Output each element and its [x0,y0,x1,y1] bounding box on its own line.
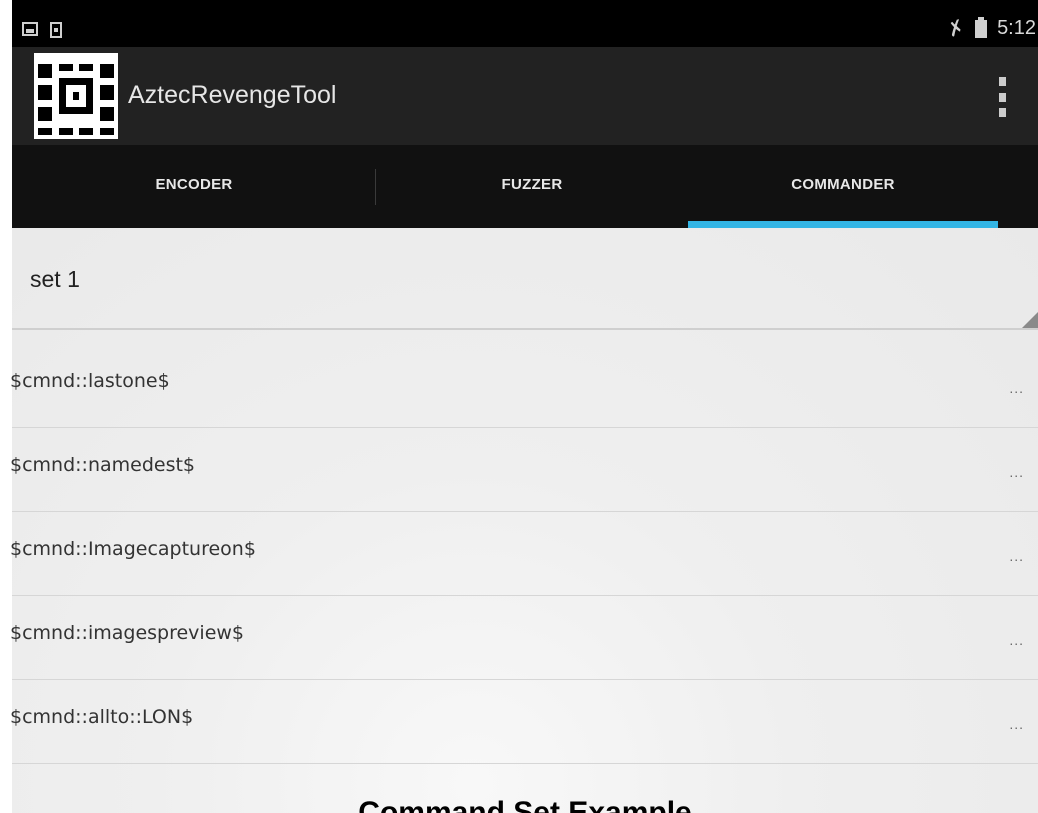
notification-icons [22,22,62,38]
command-text: $cmnd::imagespreview$ [10,622,245,644]
command-list: $cmnd::lastone$ ... $cmnd::namedest$ ...… [10,344,1038,764]
command-row[interactable]: $cmnd::lastone$ ... [10,344,1038,428]
commander-content: set 1 $cmnd::lastone$ ... $cmnd::namedes… [10,228,1038,813]
battery-icon [975,16,988,38]
command-text: $cmnd::namedest$ [10,454,196,476]
tab-label: COMMANDER [791,176,895,193]
spinner-arrow-icon [1022,312,1038,328]
tab-label: ENCODER [155,176,233,193]
more-options-icon[interactable]: ... [1009,380,1024,396]
aztec-code-pattern [38,57,114,135]
action-bar: AztecRevengeTool [12,47,1038,145]
command-text: $cmnd::allto::LON$ [10,706,194,728]
spinner-selected-value: set 1 [30,266,80,292]
more-options-icon[interactable]: ... [1009,464,1024,480]
command-set-spinner[interactable]: set 1 [12,228,1038,330]
tab-label: FUZZER [501,176,563,193]
command-row[interactable]: $cmnd::allto::LON$ ... [10,680,1038,764]
more-options-icon[interactable]: ... [1009,632,1024,648]
command-text: $cmnd::Imagecaptureon$ [10,538,256,560]
status-bar: ✗ 5:12 [12,0,1038,47]
tab-commander[interactable]: COMMANDER [688,145,998,228]
mute-icon: ✗ [944,15,968,43]
command-text: $cmnd::lastone$ [10,370,170,392]
command-row[interactable]: $cmnd::namedest$ ... [10,428,1038,512]
more-options-icon[interactable]: ... [1009,716,1024,732]
tab-encoder[interactable]: ENCODER [12,145,376,228]
overflow-menu-icon[interactable] [992,77,1012,117]
aztec-code-icon[interactable] [34,53,118,139]
command-row[interactable]: $cmnd::imagespreview$ ... [10,596,1038,680]
app-title: AztecRevengeTool [128,81,337,109]
figure-caption: Command Set Example [358,796,692,813]
more-options-icon[interactable]: ... [1009,548,1024,564]
tab-fuzzer[interactable]: FUZZER [376,145,688,228]
selected-tab-indicator [688,221,998,228]
image-notification-icon [22,22,38,36]
status-time: 5:12 [997,17,1036,39]
command-row[interactable]: $cmnd::Imagecaptureon$ ... [10,512,1038,596]
phone-notification-icon [50,22,62,38]
app-screen: ✗ 5:12 AztecRevengeTool ENCODER FUZZER C… [0,0,1038,813]
system-icons: ✗ 5:12 [945,16,1036,42]
tab-bar: ENCODER FUZZER COMMANDER [12,145,1038,228]
